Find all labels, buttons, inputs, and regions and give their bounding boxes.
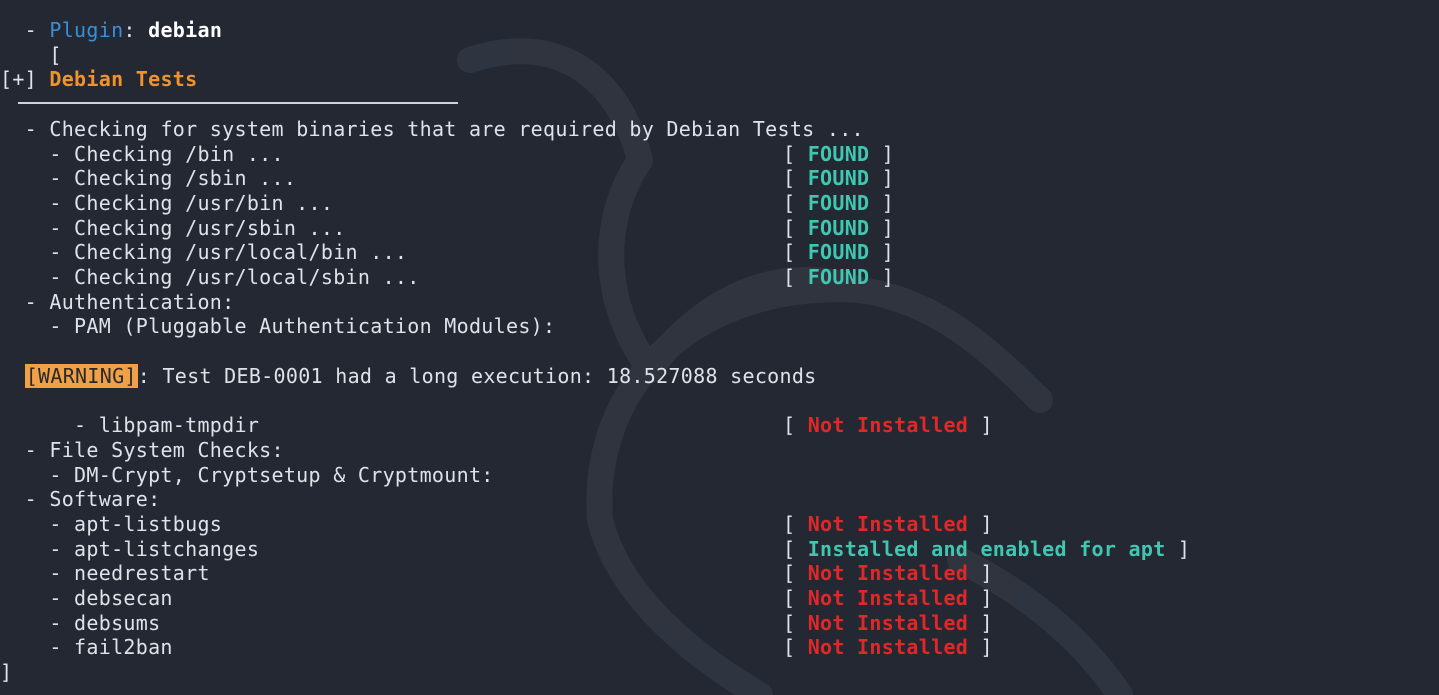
software-header-line: - Software: (0, 487, 161, 511)
software-label: debsums (74, 611, 161, 635)
auth-header: Authentication: (49, 290, 235, 314)
software-row: - apt-listchanges[ Installed and enabled… (0, 537, 1191, 561)
software-row: - debsums[ Not Installed ] (0, 611, 993, 635)
warning-tag: [WARNING] (24, 364, 138, 388)
software-row: - needrestart[ Not Installed ] (0, 561, 993, 585)
binary-check-status: FOUND (807, 191, 870, 215)
binary-check-row: - Checking /sbin ...[ FOUND ] (0, 166, 895, 190)
software-label: apt-listbugs (74, 512, 223, 536)
software-status: Not Installed (807, 512, 969, 536)
libpam-label: libpam-tmpdir (98, 413, 260, 437)
binary-check-row: - Checking /bin ...[ FOUND ] (0, 142, 895, 166)
close-bracket: ] (0, 660, 13, 684)
warning-text: : Test DEB-0001 had a long execution: 18… (137, 364, 817, 388)
section-marker: [+] (0, 67, 38, 91)
binaries-header: Checking for system binaries that are re… (49, 117, 864, 141)
libpam-row: - libpam-tmpdir[ Not Installed ] (0, 413, 993, 437)
software-status: Not Installed (807, 586, 969, 610)
open-bracket: [ (49, 43, 62, 67)
binary-check-status: FOUND (807, 265, 870, 289)
plugin-line: - Plugin: debian (0, 18, 223, 42)
software-header: Software: (49, 487, 161, 511)
binaries-header-line: - Checking for system binaries that are … (0, 117, 864, 141)
open-bracket-line: [ (0, 43, 62, 68)
binary-check-status: FOUND (807, 166, 870, 190)
software-row: - fail2ban[ Not Installed ] (0, 635, 993, 659)
binary-check-label: Checking /bin ... (74, 142, 284, 166)
pam-header-line: - PAM (Pluggable Authentication Modules)… (0, 314, 556, 338)
binary-check-label: Checking /sbin ... (74, 166, 297, 190)
binary-check-label: Checking /usr/sbin ... (74, 216, 346, 240)
binary-check-label: Checking /usr/local/bin ... (74, 240, 408, 264)
fs-header: File System Checks: (49, 438, 284, 462)
software-row: - debsecan[ Not Installed ] (0, 586, 993, 610)
section-title-line: [+] Debian Tests (0, 67, 197, 92)
binary-check-status: FOUND (807, 216, 870, 240)
dm-crypt-label: DM-Crypt, Cryptsetup & Cryptmount: (74, 463, 494, 487)
close-bracket-line: ] (0, 660, 12, 685)
software-status: Not Installed (807, 635, 969, 659)
software-label: needrestart (74, 561, 210, 585)
binary-check-row: - Checking /usr/sbin ...[ FOUND ] (0, 216, 895, 240)
binary-check-label: Checking /usr/local/sbin ... (74, 265, 420, 289)
software-status: Not Installed (807, 561, 969, 585)
software-label: fail2ban (74, 635, 173, 659)
libpam-status: Not Installed (807, 413, 969, 437)
binary-check-status: FOUND (807, 142, 870, 166)
dm-crypt-line: - DM-Crypt, Cryptsetup & Cryptmount: (0, 463, 494, 487)
binary-check-row: - Checking /usr/local/bin ...[ FOUND ] (0, 240, 895, 264)
plugin-label: Plugin (49, 18, 124, 42)
warning-line: [WARNING]: Test DEB-0001 had a long exec… (0, 364, 817, 389)
terminal-window: - Plugin: debian [ [+] Debian Tests - Ch… (0, 0, 1439, 695)
binary-check-row: - Checking /usr/bin ...[ FOUND ] (0, 191, 895, 215)
software-status: Not Installed (807, 611, 969, 635)
section-title: Debian Tests (49, 67, 198, 91)
software-status: Installed and enabled for apt (807, 537, 1166, 561)
fs-header-line: - File System Checks: (0, 438, 284, 462)
auth-header-line: - Authentication: (0, 290, 235, 314)
section-divider (18, 102, 458, 104)
binary-check-status: FOUND (807, 240, 870, 264)
software-label: apt-listchanges (74, 537, 260, 561)
pam-header: PAM (Pluggable Authentication Modules): (74, 314, 556, 338)
binary-check-label: Checking /usr/bin ... (74, 191, 334, 215)
plugin-name: debian (148, 18, 223, 42)
software-row: - apt-listbugs[ Not Installed ] (0, 512, 993, 536)
binary-check-row: - Checking /usr/local/sbin ...[ FOUND ] (0, 265, 895, 289)
software-label: debsecan (74, 586, 173, 610)
